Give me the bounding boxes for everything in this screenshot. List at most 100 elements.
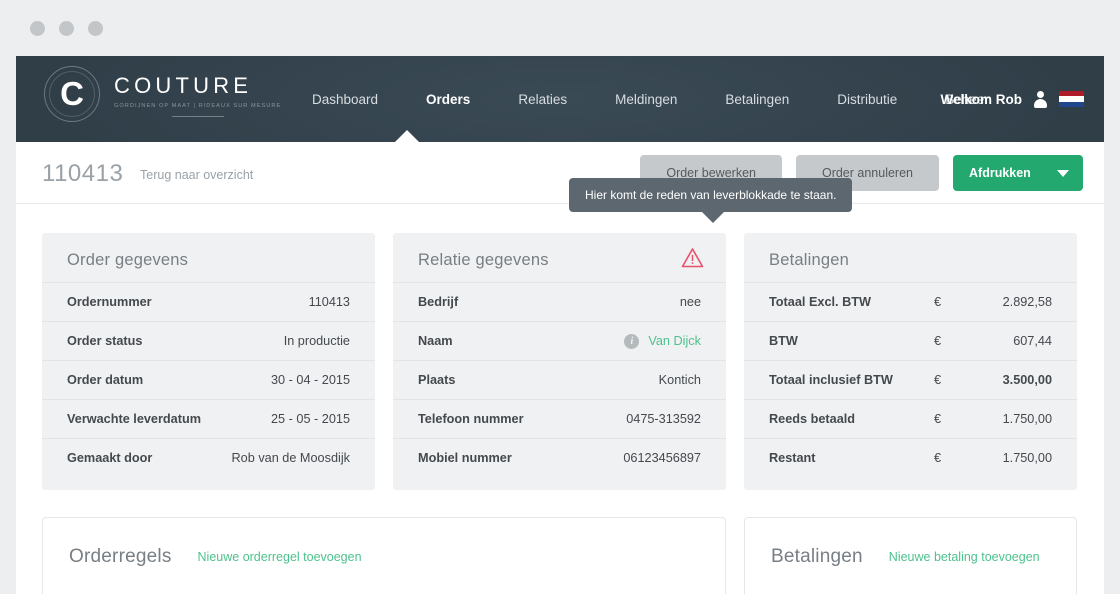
nav-item-dashboard[interactable]: Dashboard — [288, 86, 402, 113]
table-row: Verwachte leverdatum 25 - 05 - 2015 — [42, 399, 375, 438]
row-value: nee — [679, 295, 701, 309]
panel-payments: Betalingen Nieuwe betaling toevoegen — [744, 517, 1077, 594]
table-row: Plaats Kontich — [393, 360, 726, 399]
row-key: Ordernummer — [67, 295, 152, 309]
row-value: 25 - 05 - 2015 — [271, 412, 350, 426]
brand-divider — [171, 116, 224, 117]
brand-logo[interactable]: C COUTURE GORDIJNEN OP MAAT | RIDEAUX SU… — [44, 66, 281, 122]
row-value: 110413 — [308, 295, 350, 309]
nav-item-meldingen[interactable]: Meldingen — [591, 86, 701, 113]
row-key: Bedrijf — [418, 295, 459, 309]
row-key: Naam — [418, 334, 453, 348]
row-key: Gemaakt door — [67, 451, 153, 465]
row-value: 2.892,58 — [1002, 295, 1052, 309]
page-title: 110413 — [42, 160, 124, 187]
table-row: Mobiel nummer 06123456897 — [393, 438, 726, 477]
card-relation-details-title: Relatie gegevens — [418, 251, 549, 269]
panel-orderlines-title: Orderregels — [69, 546, 172, 567]
row-key: Mobiel nummer — [418, 451, 512, 465]
maximize-dot[interactable] — [88, 21, 103, 36]
relation-name-value: i Van Dijck — [624, 333, 701, 349]
nav-item-orders[interactable]: Orders — [402, 86, 494, 113]
row-key: Totaal Excl. BTW — [769, 295, 871, 309]
table-row: Restant € 1.750,00 — [744, 438, 1077, 477]
row-value: 1.750,00 — [1002, 412, 1052, 426]
info-icon[interactable]: i — [624, 333, 640, 349]
back-to-overview-link[interactable]: Terug naar overzicht — [140, 168, 253, 182]
brand-mark-letter: C — [60, 74, 84, 112]
bottom-panels: Orderregels Nieuwe orderregel toevoegen … — [42, 490, 1078, 594]
table-row: Gemaakt door Rob van de Moosdijk — [42, 438, 375, 477]
row-key: Verwachte leverdatum — [67, 412, 201, 426]
table-row: BTW € 607,44 — [744, 321, 1077, 360]
sub-header: 110413 Terug naar overzicht Order bewerk… — [16, 142, 1104, 204]
print-button[interactable]: Afdrukken — [953, 155, 1083, 191]
add-payment-link[interactable]: Nieuwe betaling toevoegen — [889, 550, 1040, 564]
minimize-dot[interactable] — [59, 21, 74, 36]
nl-flag-icon[interactable] — [1059, 90, 1084, 108]
table-row: Bedrijf nee — [393, 282, 726, 321]
row-key: Telefoon nummer — [418, 412, 524, 426]
row-value: 607,44 — [1013, 334, 1052, 348]
page-right-gutter — [1104, 0, 1120, 594]
add-orderline-link[interactable]: Nieuwe orderregel toevoegen — [198, 550, 362, 564]
top-navigation-bar: C COUTURE GORDIJNEN OP MAAT | RIDEAUX SU… — [16, 56, 1104, 143]
row-key: Order status — [67, 334, 143, 348]
brand-text: COUTURE GORDIJNEN OP MAAT | RIDEAUX SUR … — [114, 71, 281, 117]
row-key: Order datum — [67, 373, 144, 387]
chevron-down-icon — [1057, 169, 1069, 177]
row-key: Restant — [769, 451, 816, 465]
row-value: 0475-313592 — [626, 412, 701, 426]
table-row: Telefoon nummer 0475-313592 — [393, 399, 726, 438]
panel-payments-title: Betalingen — [771, 546, 863, 567]
card-order-details-title: Order gegevens — [67, 251, 189, 269]
leverblokkade-tooltip: Hier komt de reden van leverblokkade te … — [569, 178, 853, 223]
row-value: Rob van de Moosdijk — [231, 451, 350, 465]
app-window: C COUTURE GORDIJNEN OP MAAT | RIDEAUX SU… — [0, 0, 1120, 594]
row-value: 30 - 04 - 2015 — [271, 373, 350, 387]
brand-mark-icon: C — [44, 66, 100, 122]
close-dot[interactable] — [30, 21, 45, 36]
currency-symbol: € — [934, 412, 942, 426]
welcome-label: Welkom Rob — [940, 91, 1022, 107]
panel-orderlines: Orderregels Nieuwe orderregel toevoegen — [42, 517, 726, 594]
card-relation-header: Relatie gegevens — [393, 233, 726, 282]
currency-symbol: € — [934, 334, 942, 348]
print-button-label: Afdrukken — [969, 166, 1031, 180]
currency-symbol: € — [934, 373, 942, 387]
page-body: C COUTURE GORDIJNEN OP MAAT | RIDEAUX SU… — [16, 56, 1104, 594]
row-value: 06123456897 — [623, 451, 701, 465]
row-key: Reeds betaald — [769, 412, 856, 426]
row-value: 3.500,00 — [1002, 373, 1052, 387]
card-relation-details: Relatie gegevens Bedrijf nee Naam i Van … — [393, 233, 726, 490]
currency-symbol: € — [934, 295, 942, 309]
table-row: Ordernummer 110413 — [42, 282, 375, 321]
row-value: In productie — [283, 334, 350, 348]
user-icon[interactable] — [1033, 90, 1048, 108]
nav-item-relaties[interactable]: Relaties — [494, 86, 591, 113]
row-key: BTW — [769, 334, 798, 348]
card-payments-title: Betalingen — [769, 251, 849, 269]
table-row: Totaal inclusief BTW € 3.500,00 — [744, 360, 1077, 399]
row-key: Totaal inclusief BTW — [769, 373, 893, 387]
summary-cards: Order gegevens Ordernummer 110413 Order … — [42, 178, 1078, 490]
nav-item-distributie[interactable]: Distributie — [813, 86, 921, 113]
window-controls — [30, 21, 103, 36]
window-titlebar — [16, 0, 1120, 56]
table-row: Naam i Van Dijck — [393, 321, 726, 360]
card-order-details: Order gegevens Ordernummer 110413 Order … — [42, 233, 375, 490]
brand-name: COUTURE — [114, 73, 253, 98]
main-content: Order gegevens Ordernummer 110413 Order … — [16, 178, 1104, 594]
user-area: Welkom Rob — [940, 56, 1084, 142]
table-row: Order datum 30 - 04 - 2015 — [42, 360, 375, 399]
table-row: Totaal Excl. BTW € 2.892,58 — [744, 282, 1077, 321]
table-row: Order status In productie — [42, 321, 375, 360]
relation-name-link[interactable]: Van Dijck — [648, 334, 701, 348]
tooltip-text: Hier komt de reden van leverblokkade te … — [585, 188, 837, 202]
row-value: Kontich — [658, 373, 701, 387]
nav-item-betalingen[interactable]: Betalingen — [701, 86, 813, 113]
currency-symbol: € — [934, 451, 942, 465]
row-key: Plaats — [418, 373, 456, 387]
card-payments: Betalingen Totaal Excl. BTW € 2.892,58 B… — [744, 233, 1077, 490]
warning-triangle-icon[interactable] — [681, 247, 704, 273]
